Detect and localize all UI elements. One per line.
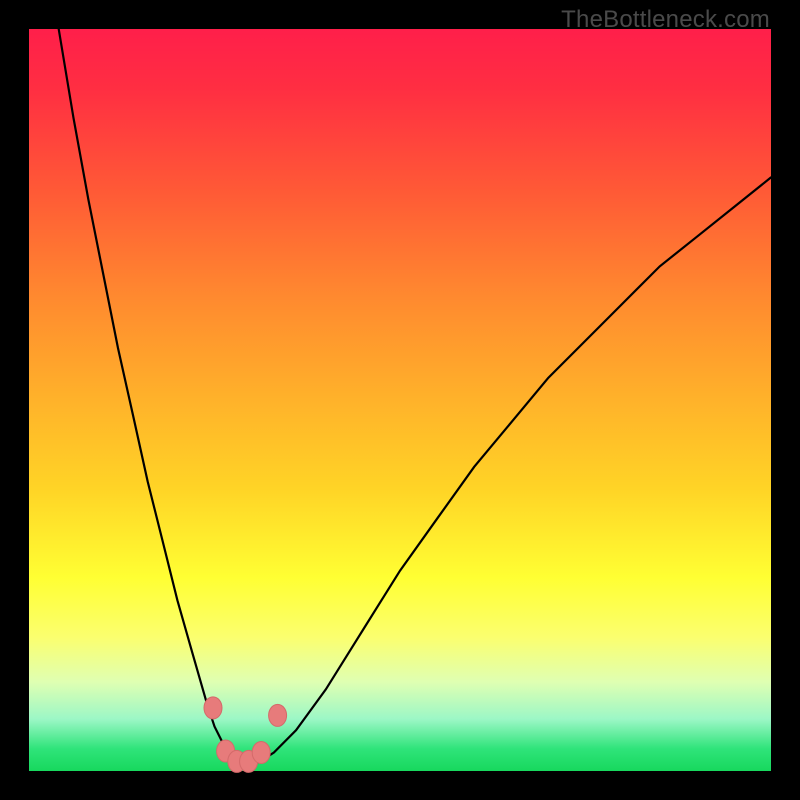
curve-marker bbox=[269, 704, 287, 726]
chart-plot-area bbox=[29, 29, 771, 771]
curve-marker bbox=[252, 742, 270, 764]
bottleneck-curve bbox=[59, 29, 771, 764]
chart-svg bbox=[29, 29, 771, 771]
curve-marker bbox=[204, 697, 222, 719]
curve-markers bbox=[204, 697, 287, 773]
chart-frame: TheBottleneck.com bbox=[0, 0, 800, 800]
